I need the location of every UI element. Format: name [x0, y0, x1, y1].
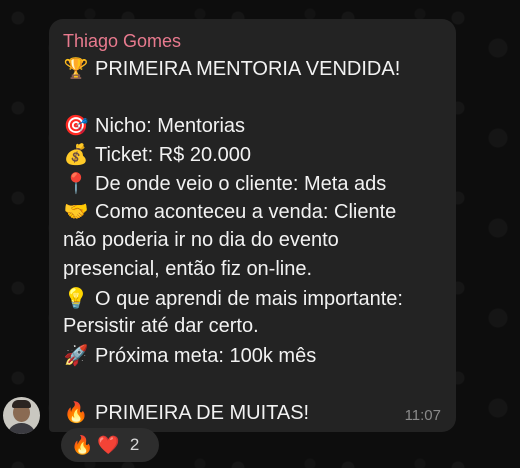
message-line: 🏆 PRIMEIRA MENTORIA VENDIDA! — [63, 54, 442, 83]
message-line: 🔥 PRIMEIRA DE MUITAS! — [63, 398, 442, 427]
message-line-text: O que aprendi de mais importante: — [95, 287, 403, 310]
sender-name[interactable]: Thiago Gomes — [63, 30, 442, 52]
message-line: 🎯 Nicho: Mentorias — [63, 111, 442, 140]
message-line-text: Ticket: R$ 20.000 — [95, 144, 252, 167]
sender-avatar[interactable] — [3, 397, 40, 434]
heart-reaction-icon: ❤️ — [97, 434, 120, 456]
message-line: 🤝 Como aconteceu a venda: Cliente — [63, 197, 442, 226]
message-line-text: De onde veio o cliente: Meta ads — [95, 172, 387, 195]
message-bubble[interactable]: Thiago Gomes 🏆 PRIMEIRA MENTORIA VENDIDA!… — [49, 19, 456, 432]
fire-icon: 🔥 — [63, 400, 89, 425]
message-line: 🚀 Próxima meta: 100k mês — [63, 341, 442, 370]
message-line-text: PRIMEIRA MENTORIA VENDIDA! — [95, 58, 401, 80]
message-timestamp: 11:07 — [404, 407, 441, 424]
message-line: 💰 Ticket: R$ 20.000 — [63, 140, 442, 169]
light-bulb-icon: 💡 — [63, 285, 89, 310]
message-line-text: Nicho: Mentorias — [95, 115, 246, 138]
reaction-count: 2 — [129, 435, 140, 454]
message-line-text: Próxima meta: 100k mês — [95, 344, 317, 367]
money-bag-icon: 💰 — [63, 142, 89, 167]
message-line-text: Como aconteceu a venda: Cliente — [95, 201, 397, 224]
message-line: presencial, então fiz on-line. — [63, 257, 313, 280]
message-line: 📍 De onde veio o cliente: Meta ads — [63, 169, 442, 198]
fire-reaction-icon: 🔥 — [71, 434, 94, 456]
trophy-icon: 🏆 — [63, 56, 89, 80]
reactions-pill[interactable]: 🔥 ❤️ 2 — [61, 428, 159, 462]
avatar-hair — [12, 400, 31, 408]
target-icon: 🎯 — [63, 113, 89, 138]
avatar-shirt — [7, 423, 36, 434]
message-line: Persistir até dar certo. — [63, 315, 259, 338]
message-line: 💡 O que aprendi de mais importante: — [63, 284, 442, 313]
rocket-icon: 🚀 — [63, 342, 89, 367]
message-line-text: PRIMEIRA DE MUITAS! — [95, 402, 310, 425]
pin-icon: 📍 — [63, 170, 89, 195]
handshake-icon: 🤝 — [63, 199, 89, 224]
message-line: não poderia ir no dia do evento — [63, 229, 339, 252]
